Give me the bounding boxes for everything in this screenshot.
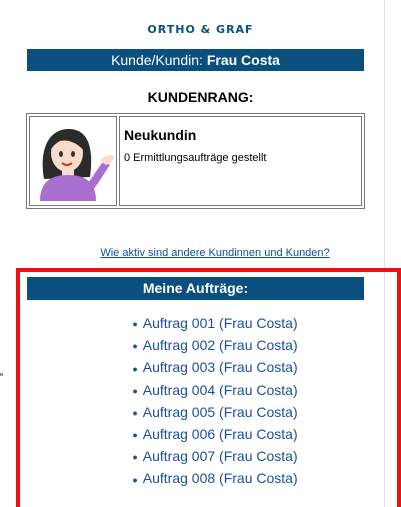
order-link[interactable]: Auftrag 008 (Frau Costa) xyxy=(143,470,298,486)
customer-banner: Kunde/Kundin: Frau Costa xyxy=(27,49,364,71)
rank-heading: KUNDENRANG: xyxy=(147,89,254,105)
compare-activity-link[interactable]: Wie aktiv sind andere Kundinnen und Kund… xyxy=(0,247,401,259)
order-link[interactable]: Auftrag 004 (Frau Costa) xyxy=(143,382,298,398)
brand-logo: ORTHO & GRAF xyxy=(147,23,254,36)
bullet-icon: ● xyxy=(132,452,138,463)
customer-label: Kunde/Kundin: xyxy=(111,52,203,68)
bullet-icon: ● xyxy=(132,319,138,330)
rank-info-cell: Neukundin 0 Ermittlungsaufträge gestellt xyxy=(119,116,362,206)
bullet-icon: ● xyxy=(132,363,138,374)
bullet-icon: ● xyxy=(132,385,138,396)
bullet-icon: ● xyxy=(132,407,138,418)
rank-order-count: 0 Ermittlungsaufträge gestellt xyxy=(124,152,267,164)
list-item: ● Auftrag 002 (Frau Costa) xyxy=(0,334,401,356)
list-item: ● Auftrag 003 (Frau Costa) xyxy=(0,356,401,378)
rank-title: Neukundin xyxy=(124,127,197,143)
bullet-icon: ● xyxy=(132,474,138,485)
order-link[interactable]: Auftrag 001 (Frau Costa) xyxy=(143,315,298,331)
rank-card: Neukundin 0 Ermittlungsaufträge gestellt xyxy=(26,113,365,209)
order-link[interactable]: Auftrag 003 (Frau Costa) xyxy=(143,359,298,375)
bullet-icon: ● xyxy=(132,341,138,352)
list-item: ● Auftrag 008 (Frau Costa) xyxy=(0,467,401,489)
order-link[interactable]: Auftrag 002 (Frau Costa) xyxy=(143,337,298,353)
list-item: ● Auftrag 004 (Frau Costa) xyxy=(0,379,401,401)
list-item: ● Auftrag 001 (Frau Costa) xyxy=(0,312,401,334)
order-link[interactable]: Auftrag 005 (Frau Costa) xyxy=(143,404,298,420)
woman-tipping-hand-icon xyxy=(40,128,114,201)
customer-name: Frau Costa xyxy=(206,52,280,68)
list-item: ● Auftrag 007 (Frau Costa) xyxy=(0,445,401,467)
orders-heading: Meine Aufträge: xyxy=(27,277,364,300)
order-link[interactable]: Auftrag 006 (Frau Costa) xyxy=(143,426,298,442)
list-item: ● Auftrag 005 (Frau Costa) xyxy=(0,401,401,423)
orders-list: ● Auftrag 001 (Frau Costa) ● Auftrag 002 (… xyxy=(0,312,401,490)
rank-avatar-cell xyxy=(29,116,117,206)
order-link[interactable]: Auftrag 007 (Frau Costa) xyxy=(143,448,298,464)
bullet-icon: ● xyxy=(132,430,138,441)
list-item: ● Auftrag 006 (Frau Costa) xyxy=(0,423,401,445)
